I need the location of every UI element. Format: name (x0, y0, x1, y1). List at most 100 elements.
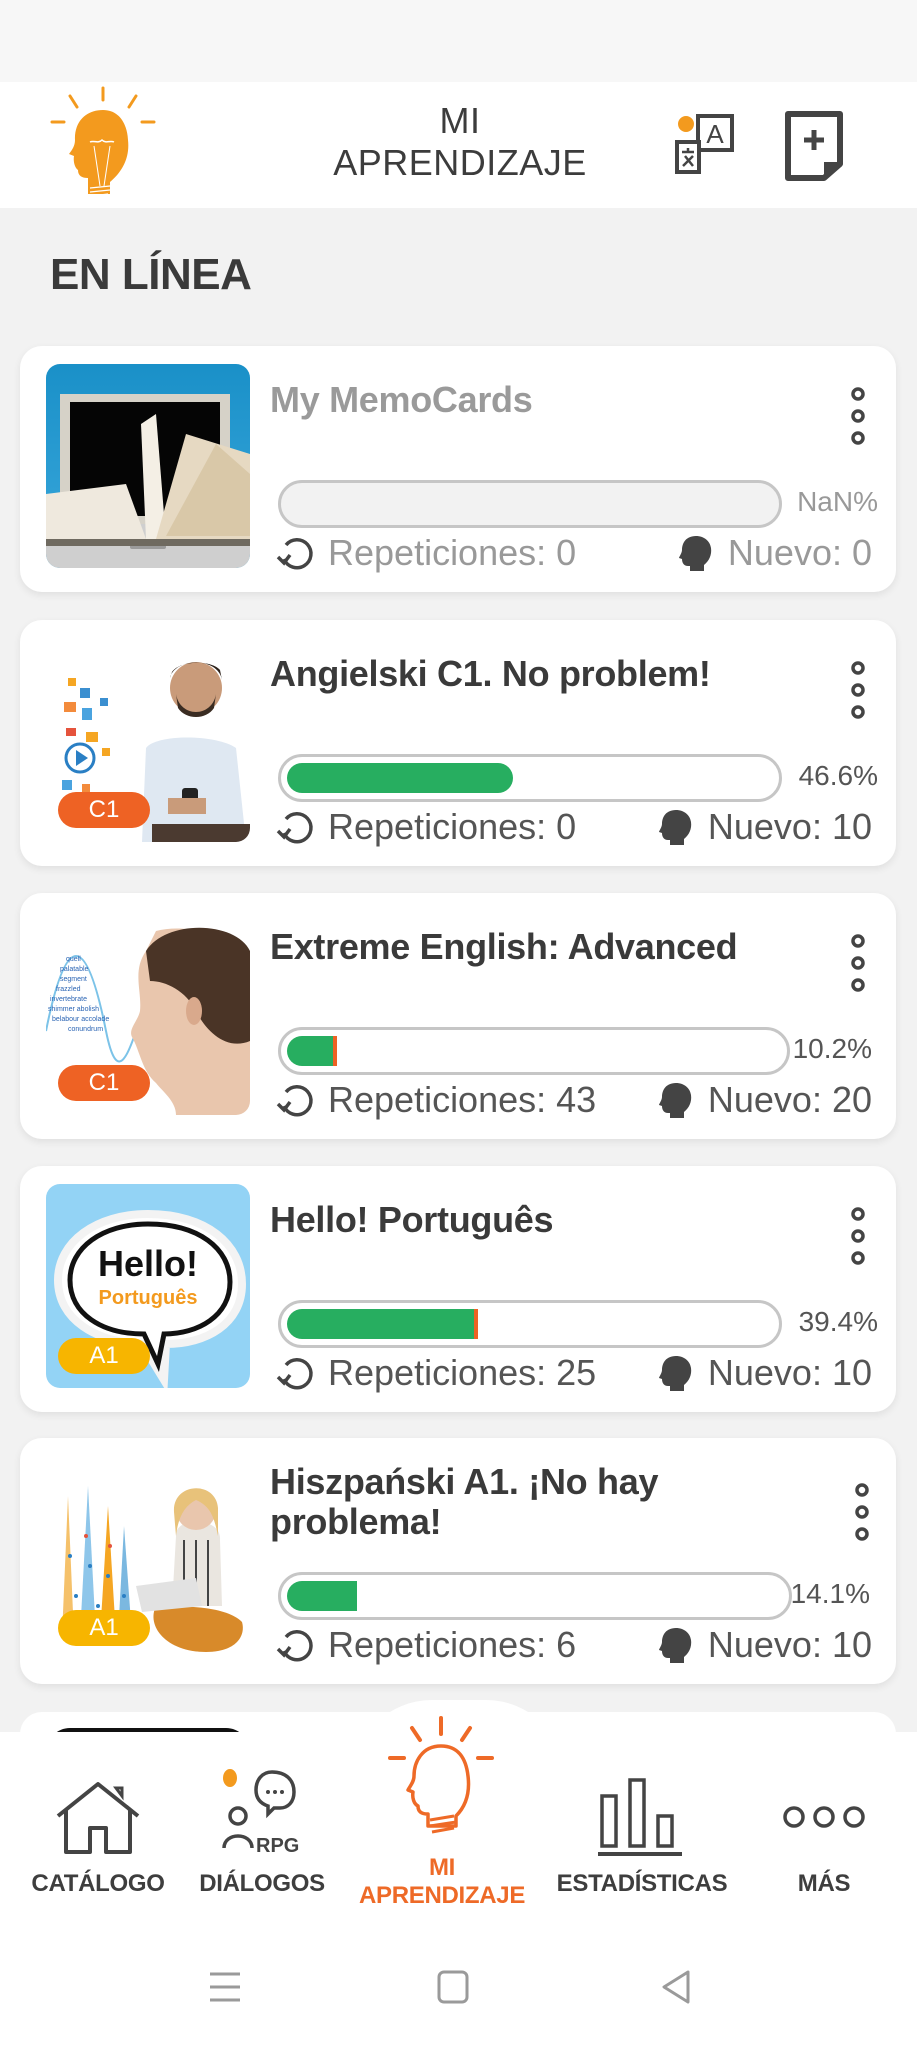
nav-label-line-1: MI (428, 1854, 456, 1881)
thumb-portugues-text: Português (99, 1287, 198, 1309)
repeat-icon (276, 1084, 313, 1117)
progress-bar (278, 1572, 792, 1620)
course-title: Angielski C1. No problem! (270, 653, 711, 694)
level-badge: A1 (58, 1338, 150, 1374)
progress-fill (287, 1036, 338, 1066)
head-icon (678, 536, 712, 571)
lightbulb-head-icon[interactable] (48, 86, 158, 204)
repeat-icon (276, 1629, 313, 1662)
page-title: MI APRENDIZAJE (300, 100, 620, 184)
new-label: Nuevo: 0 (727, 532, 872, 573)
progress-bar (278, 1300, 782, 1348)
nav-mi-aprendizaje[interactable]: MI APRENDIZAJE (352, 1716, 532, 1920)
system-nav-bar (0, 1920, 917, 2048)
more-icon (783, 1806, 865, 1828)
course-stats: Repeticiones: 0 Nuevo: 0 (276, 532, 872, 580)
title-line-1: MI (439, 100, 481, 141)
more-vertical-icon[interactable] (848, 386, 868, 446)
course-card[interactable]: Hello! Português A1 Hello! Português 39.… (20, 1166, 896, 1412)
progress-percent: 10.2% (792, 1033, 872, 1064)
bar-chart-icon (598, 1778, 682, 1856)
repetitions-label: Repeticiones: 0 (328, 806, 577, 847)
progress-fill (287, 763, 514, 793)
course-stats: Repeticiones: 25 Nuevo: 10 (276, 1352, 872, 1400)
course-stats: Repeticiones: 43 Nuevo: 20 (276, 1079, 872, 1127)
progress-bar (278, 480, 782, 528)
repetitions: Repeticiones: 6 (276, 1624, 576, 1666)
progress-percent: 14.1% (790, 1578, 870, 1609)
nav-label: MI APRENDIZAJE (352, 1854, 532, 1910)
repetitions-label: Repeticiones: 25 (328, 1352, 597, 1393)
repetitions-label: Repeticiones: 0 (328, 532, 577, 573)
head-icon (658, 810, 692, 845)
course-card[interactable]: quell palatable segment frazzled invertebra… (20, 893, 896, 1139)
level-badge: C1 (58, 792, 150, 828)
svg-text:belabour accolade: belabour accolade (52, 1016, 109, 1023)
thumb-hello-text: Hello! (98, 1243, 198, 1284)
add-document-icon[interactable] (784, 110, 844, 182)
svg-text:invertebrate: invertebrate (50, 996, 87, 1003)
more-vertical-icon[interactable] (848, 1206, 868, 1266)
course-card[interactable]: My MemoCards NaN% Repeticiones: 0 Nuevo:… (20, 346, 896, 592)
repetitions: Repeticiones: 0 (276, 532, 576, 574)
nav-label: MÁS (797, 1870, 851, 1897)
more-vertical-icon[interactable] (852, 1482, 872, 1542)
course-stats: Repeticiones: 0 Nuevo: 10 (276, 806, 872, 854)
bottom-nav: CATÁLOGO RPG DIÁLOGOS MI APRENDIZAJE EST… (0, 1716, 917, 1920)
new-cards: Nuevo: 10 (656, 806, 872, 848)
svg-text:segment: segment (60, 976, 87, 983)
repetitions: Repeticiones: 25 (276, 1352, 596, 1394)
course-thumbnail (46, 364, 250, 568)
course-title: Hello! Português (270, 1199, 554, 1240)
progress-bar (278, 1027, 790, 1075)
repeat-icon (276, 537, 313, 570)
nav-label: ESTADÍSTICAS (556, 1870, 728, 1897)
nav-estadisticas[interactable]: ESTADÍSTICAS (542, 1732, 742, 1920)
head-icon (658, 1356, 692, 1391)
svg-text:A: A (706, 119, 724, 149)
more-vertical-icon[interactable] (848, 660, 868, 720)
lightbulb-head-icon (388, 1716, 494, 1834)
course-title: My MemoCards (270, 379, 533, 420)
course-title: Hiszpański A1. ¡No hay problema! (270, 1461, 659, 1542)
nav-catalogo[interactable]: CATÁLOGO (14, 1732, 182, 1920)
recent-apps-icon[interactable] (208, 1970, 242, 2004)
section-title: EN LÍNEA (50, 250, 252, 299)
new-label: Nuevo: 20 (707, 1079, 872, 1120)
back-icon[interactable] (660, 1970, 694, 2004)
new-cards: Nuevo: 0 (676, 532, 872, 574)
new-cards: Nuevo: 10 (656, 1352, 872, 1394)
dialogs-rpg-icon: RPG (222, 1769, 299, 1857)
progress-fill (287, 1309, 479, 1339)
translate-icon[interactable]: A (672, 112, 740, 180)
repetitions-label: Repeticiones: 43 (328, 1079, 597, 1120)
status-bar (0, 0, 917, 82)
head-icon (658, 1083, 692, 1118)
progress-percent: NaN% (797, 486, 878, 517)
new-label: Nuevo: 10 (707, 1624, 872, 1665)
svg-text:shimmer abolish: shimmer abolish (48, 1006, 99, 1013)
new-cards: Nuevo: 20 (656, 1079, 872, 1121)
title-line-2: APRENDIZAJE (333, 142, 587, 183)
course-title: Extreme English: Advanced (270, 926, 738, 967)
nav-label: CATÁLOGO (31, 1870, 165, 1897)
svg-text:conundrum: conundrum (68, 1026, 103, 1033)
progress-percent: 46.6% (798, 760, 878, 791)
repeat-icon (276, 811, 313, 844)
course-card[interactable]: A1 Hiszpański A1. ¡No hay problema! 14.1… (20, 1438, 896, 1684)
svg-text:frazzled: frazzled (56, 986, 81, 993)
nav-dialogos[interactable]: RPG DIÁLOGOS (186, 1732, 338, 1920)
nav-mas[interactable]: MÁS (760, 1732, 888, 1920)
nav-label: DIÁLOGOS (199, 1870, 325, 1897)
new-label: Nuevo: 10 (707, 1352, 872, 1393)
more-vertical-icon[interactable] (848, 933, 868, 993)
progress-bar (278, 754, 782, 802)
rpg-label: RPG (256, 1835, 299, 1857)
new-label: Nuevo: 10 (707, 806, 872, 847)
home-button-icon[interactable] (436, 1970, 470, 2004)
home-icon (56, 1782, 140, 1854)
progress-fill (287, 1581, 357, 1611)
course-card[interactable]: C1 Angielski C1. No problem! 46.6% Repet… (20, 620, 896, 866)
repetitions-label: Repeticiones: 6 (328, 1624, 577, 1665)
head-icon (658, 1628, 692, 1663)
